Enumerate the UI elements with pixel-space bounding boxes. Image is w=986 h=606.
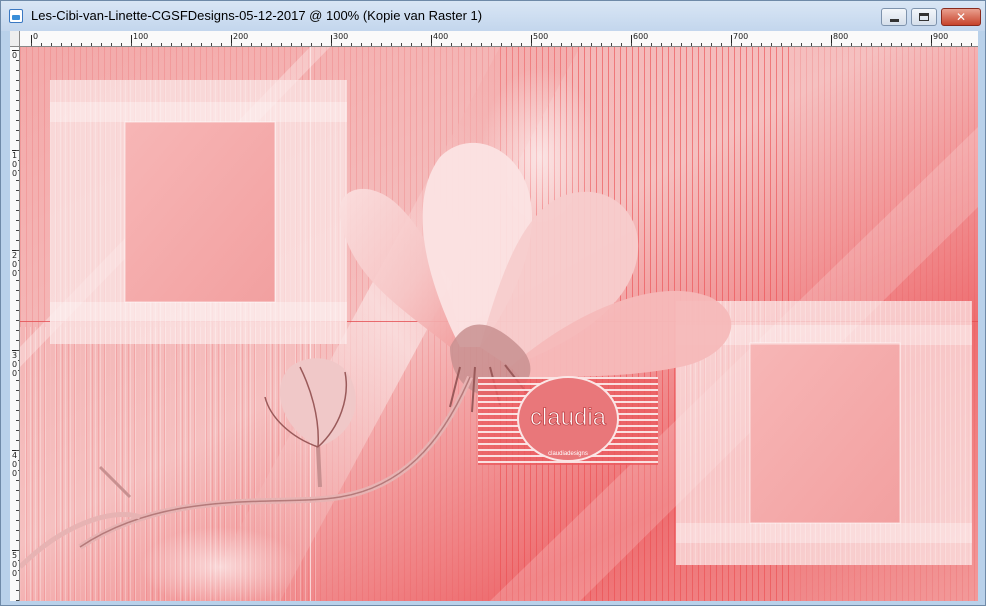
image-canvas[interactable]: claudia claudiadesigns [20,47,978,601]
ruler-left-label: 0 [11,51,18,60]
ruler-left-label: 200 [11,251,18,278]
maximize-button[interactable] [911,8,937,26]
maximize-icon [919,13,929,21]
ruler-top-label: 400 [432,32,450,41]
ruler-top-label: 200 [232,32,250,41]
minimize-button[interactable] [881,8,907,26]
ruler-left-label: 400 [11,451,18,478]
ruler-corner [10,31,20,47]
close-icon: ✕ [955,10,967,24]
title-bar[interactable]: Les-Cibi-van-Linette-CGSFDesigns-05-12-2… [1,1,985,31]
ruler-top-label: 300 [332,32,350,41]
minimize-icon [889,18,899,22]
artwork-svg: claudia claudiadesigns [20,47,978,601]
ruler-top-label: 500 [532,32,550,41]
vertical-ruler[interactable]: 0 100 200 300 400 500 [10,47,20,601]
ruler-top-label: 100 [132,32,150,41]
horizontal-ruler[interactable]: 0 100 200 300 400 500 600 700 800 900 [20,31,978,47]
ruler-top-label: 700 [732,32,750,41]
ruler-left-label: 500 [11,551,18,578]
frame-top-left [50,80,347,344]
ruler-top-label: 900 [932,32,950,41]
app-icon [9,9,23,23]
ruler-left-label: 300 [11,351,18,378]
app-window: Les-Cibi-van-Linette-CGSFDesigns-05-12-2… [0,0,986,606]
ruler-top-label: 800 [832,32,850,41]
window-title: Les-Cibi-van-Linette-CGSFDesigns-05-12-2… [31,8,483,23]
document-area: 0 100 200 300 400 500 600 700 800 900 0 100 200 300 4… [10,31,978,601]
watermark-text: claudia [530,404,607,431]
close-button[interactable]: ✕ [941,8,981,26]
ruler-top-label: 0 [32,32,40,41]
ruler-top-label: 600 [632,32,650,41]
ruler-left-label: 100 [11,151,18,178]
watermark-subtext: claudiadesigns [548,451,588,457]
